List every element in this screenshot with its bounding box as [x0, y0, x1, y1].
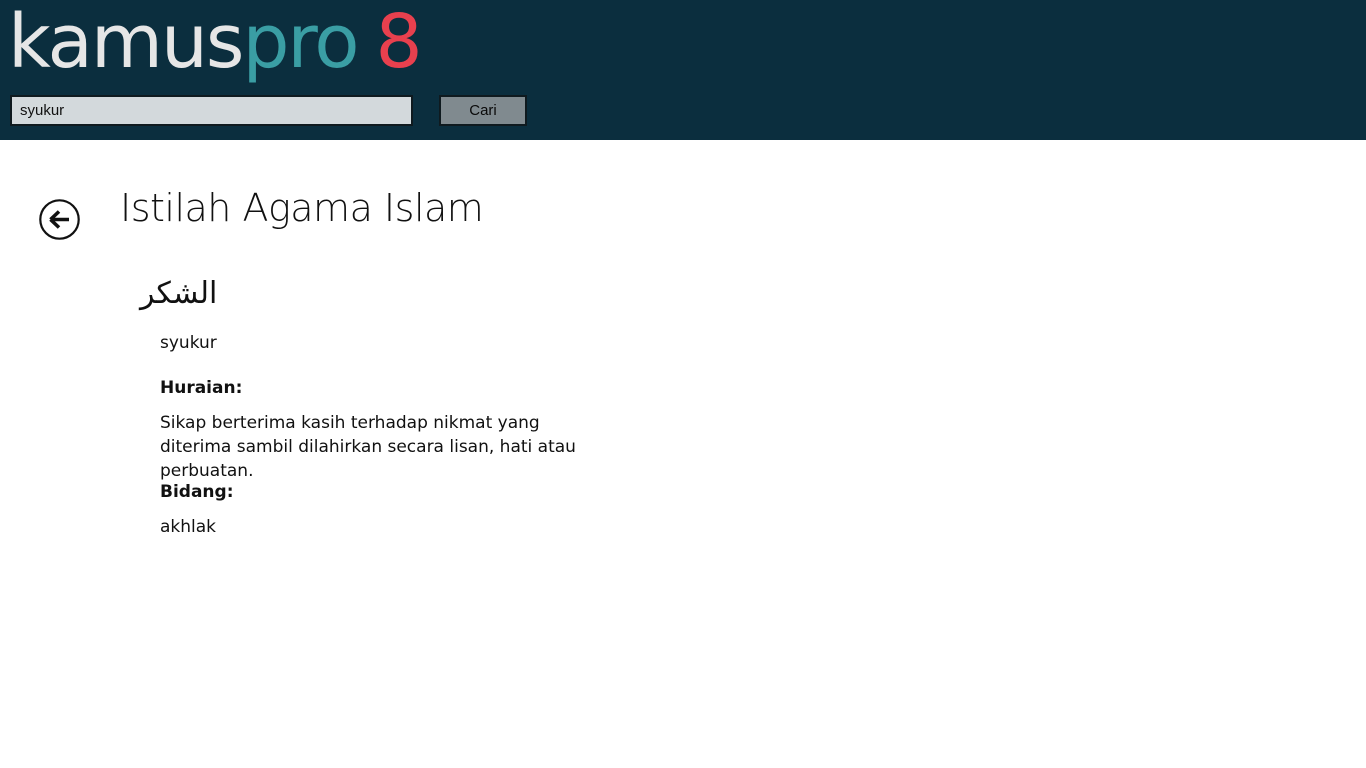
field-label: Bidang: — [160, 482, 234, 502]
description-text: Sikap berterima kasih terhadap nikmat ya… — [160, 413, 576, 481]
back-button[interactable] — [39, 199, 80, 240]
app-logo: kamus pro 8 — [8, 0, 423, 90]
page-title: Istilah Agama Islam — [120, 186, 484, 230]
logo-part-8: 8 — [375, 0, 423, 85]
search-button[interactable]: Cari — [439, 95, 527, 126]
description-label: Huraian: — [160, 378, 243, 398]
logo-part-pro: pro — [242, 0, 359, 85]
field-value: akhlak — [160, 517, 217, 537]
arrow-left-circle-icon — [39, 199, 80, 240]
arabic-term: الشكر — [140, 276, 218, 311]
term-romanized: syukur — [160, 333, 217, 353]
logo-part-kamus: kamus — [8, 0, 244, 85]
search-input[interactable] — [10, 95, 413, 126]
app-header: kamuspro8 Cari — [0, 0, 1366, 140]
